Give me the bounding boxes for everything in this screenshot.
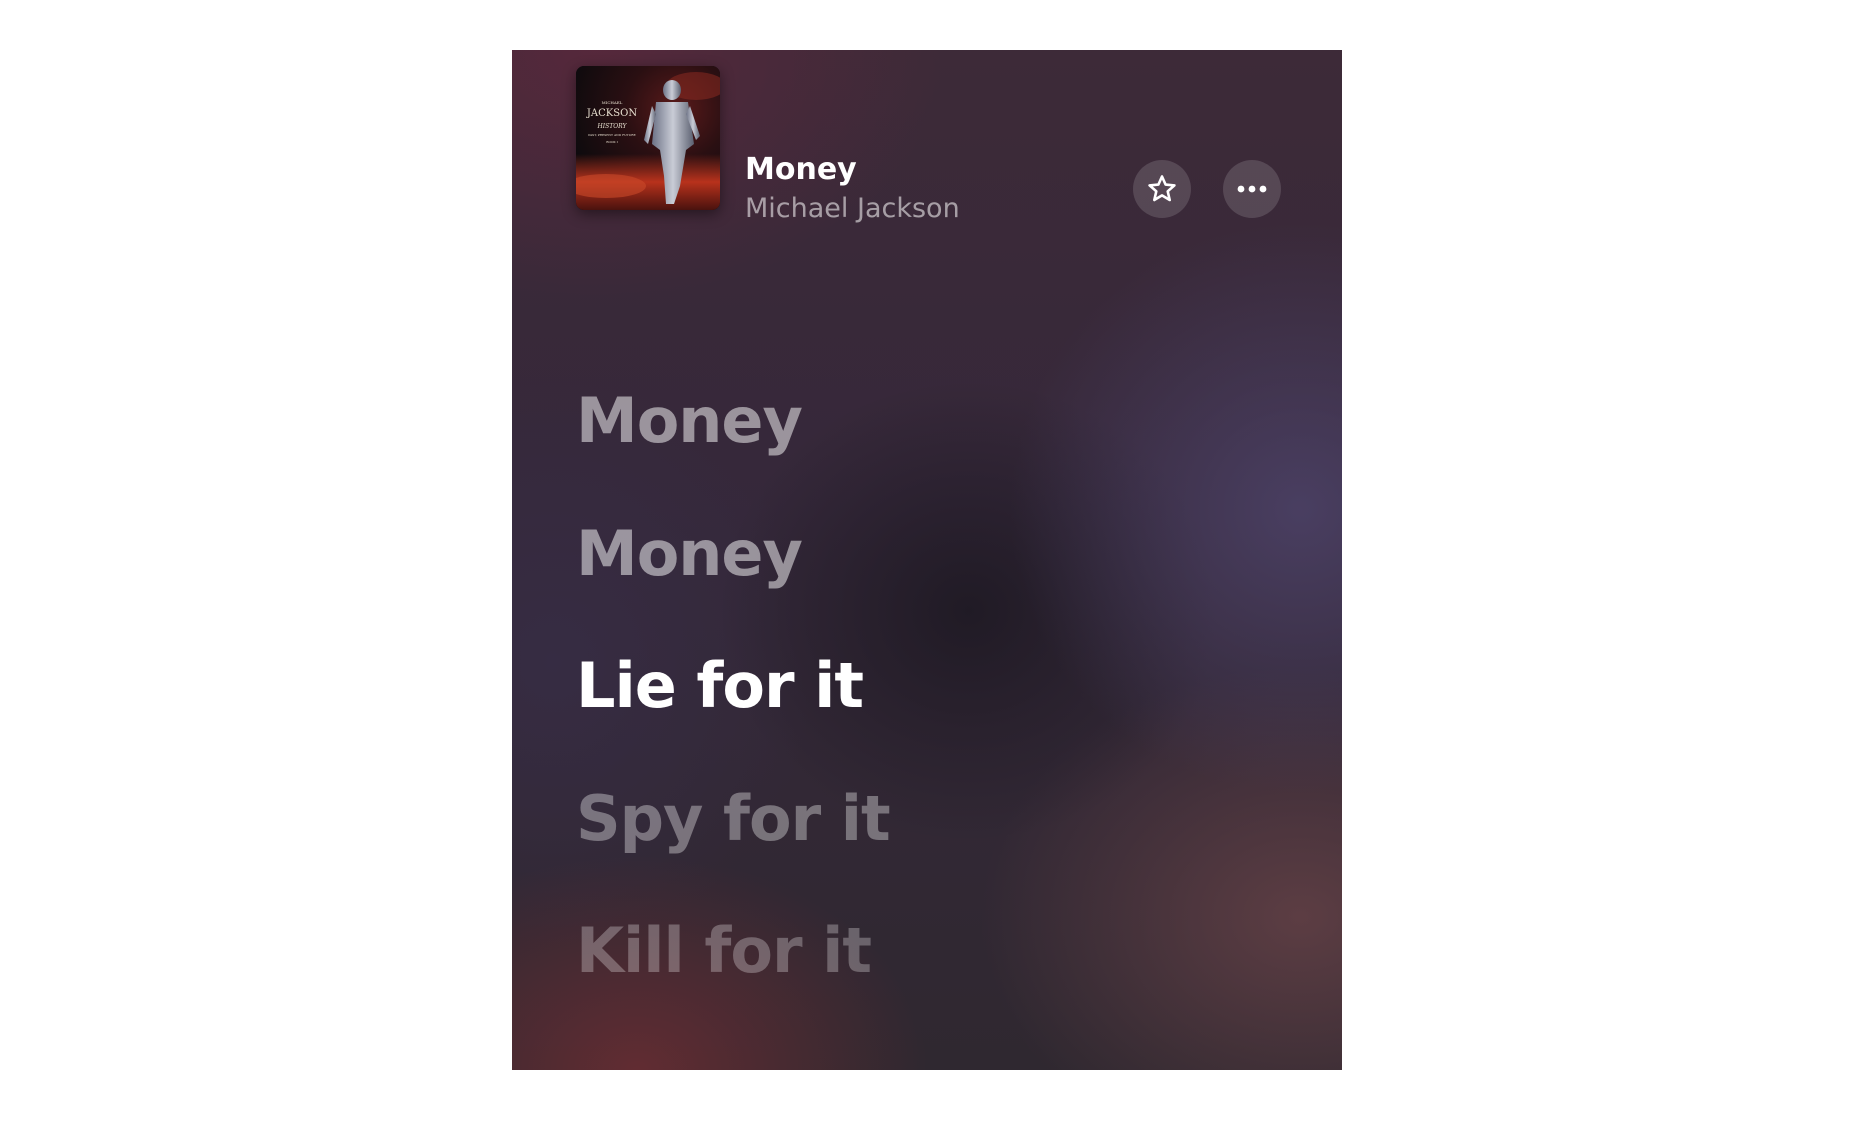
lyrics-screen: MICHAEL JACKSON HISTORY PAST, PRESENT AN…: [512, 50, 1342, 1070]
artist-name[interactable]: Michael Jackson: [745, 193, 960, 224]
more-options-button[interactable]: [1223, 160, 1281, 218]
album-cover-image: MICHAEL JACKSON HISTORY PAST, PRESENT AN…: [576, 66, 720, 210]
star-outline-icon: [1148, 175, 1176, 202]
lyric-line[interactable]: Spy for it: [576, 788, 891, 850]
song-title[interactable]: Money: [745, 152, 857, 187]
album-art[interactable]: MICHAEL JACKSON HISTORY PAST, PRESENT AN…: [576, 66, 720, 210]
svg-text:MICHAEL: MICHAEL: [602, 100, 623, 105]
svg-text:JACKSON: JACKSON: [586, 108, 637, 119]
svg-text:PAST, PRESENT AND FUTURE: PAST, PRESENT AND FUTURE: [588, 133, 635, 137]
lyric-line-current[interactable]: Lie for it: [576, 655, 864, 717]
favorite-button[interactable]: [1133, 160, 1191, 218]
lyric-line[interactable]: Kill for it: [576, 920, 872, 982]
svg-text:HISTORY: HISTORY: [597, 123, 628, 130]
svg-text:BOOK I: BOOK I: [606, 140, 618, 144]
lyric-line[interactable]: Money: [576, 523, 803, 585]
ellipsis-icon: [1237, 185, 1267, 193]
lyric-line[interactable]: Money: [576, 390, 803, 452]
